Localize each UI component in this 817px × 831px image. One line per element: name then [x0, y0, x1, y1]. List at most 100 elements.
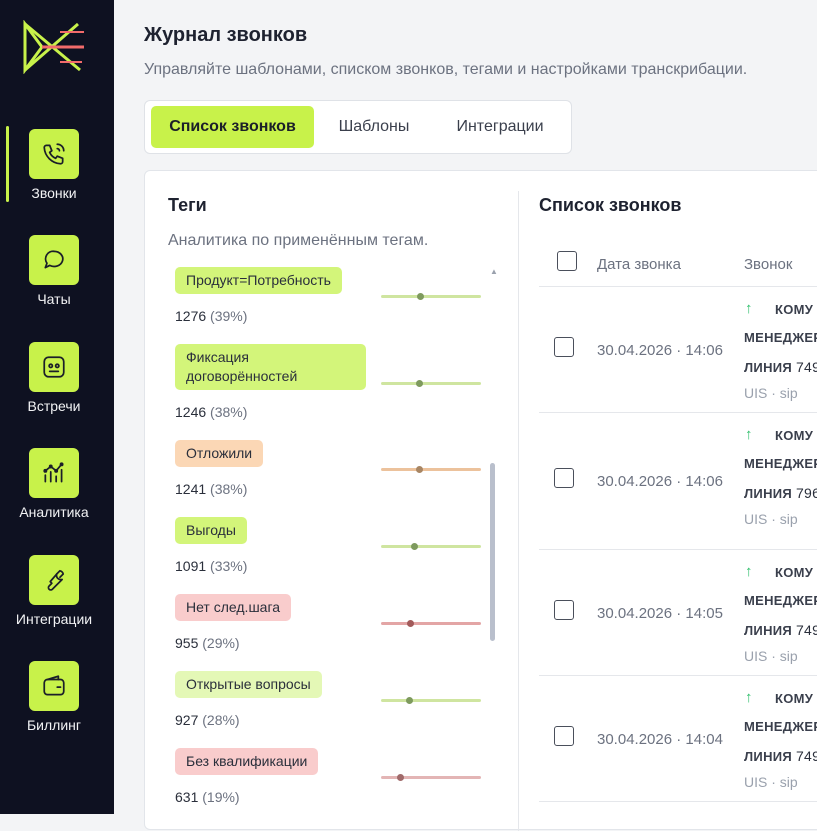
sidebar-item-label: Интеграции: [15, 611, 93, 627]
call-line: ЛИНИЯ 796: [744, 485, 817, 501]
call-date: 30.04.2026 · 14:04: [597, 731, 723, 748]
calls-title: Список звонков: [539, 195, 682, 215]
tag-count: 1241 (38%): [175, 481, 247, 497]
tag-count: 1246 (38%): [175, 404, 247, 420]
call-date: 30.04.2026 · 14:06: [597, 473, 723, 490]
tag-count-value: 955: [175, 635, 199, 651]
tag-count-pct: (38%): [210, 481, 248, 497]
select-all-checkbox[interactable]: [557, 251, 577, 271]
tag-count-value: 1241: [175, 481, 207, 497]
row-checkbox[interactable]: [554, 468, 574, 488]
tag-chip[interactable]: Фиксация договорённостей: [175, 344, 366, 390]
table-row[interactable]: 30.04.2026 · 14:05 ↑ КОМУ МЕНЕДЖЕР ЛИНИЯ…: [539, 550, 817, 676]
tag-count: 955 (29%): [175, 635, 240, 651]
tag-share-marker: [416, 466, 423, 473]
tag-chip[interactable]: Открытые вопросы: [175, 671, 322, 698]
page-subtitle: Управляйте шаблонами, списком звонков, т…: [144, 61, 748, 78]
line-number: 749: [795, 622, 817, 638]
row-checkbox[interactable]: [554, 337, 574, 357]
tag-share-marker: [407, 620, 414, 627]
tag-count-value: 1276: [175, 308, 207, 324]
tag-count: 1091 (33%): [175, 558, 247, 574]
tags-scrollbar[interactable]: [490, 463, 495, 641]
chat-bubble-icon: [29, 235, 79, 285]
face-icon: [29, 342, 79, 392]
tag-count-pct: (38%): [210, 404, 248, 420]
tag-share-bar: [381, 697, 481, 704]
tab-calls-list[interactable]: Список звонков: [151, 106, 314, 148]
call-direction: КОМУ: [775, 302, 814, 317]
tab-bar: Список звонков Шаблоны Интеграции: [144, 100, 572, 154]
sidebar-item-meetings[interactable]: Встречи: [0, 342, 114, 442]
tag-count-value: 927: [175, 712, 199, 728]
tag-share-bar: [381, 774, 481, 781]
panel-divider: [518, 191, 519, 831]
table-row[interactable]: 30.04.2026 · 14:04 ↑ КОМУ МЕНЕДЖЕР ЛИНИЯ…: [539, 676, 817, 802]
sidebar-item-analytics[interactable]: Аналитика: [0, 448, 114, 548]
call-date: 30.04.2026 · 14:06: [597, 342, 723, 359]
outgoing-arrow-icon: ↑: [745, 426, 753, 443]
phone-icon: [29, 129, 79, 179]
call-line: ЛИНИЯ 749: [744, 359, 817, 375]
analytics-icon: [29, 448, 79, 498]
tag-chip[interactable]: Нет след.шага: [175, 594, 292, 621]
tag-count: 1276 (39%): [175, 308, 247, 324]
line-number: 749: [795, 359, 817, 375]
sidebar-item-chats[interactable]: Чаты: [0, 235, 114, 335]
tags-subtitle: Аналитика по применённым тегам.: [168, 232, 429, 249]
tag-count-value: 631: [175, 789, 199, 805]
call-date: 30.04.2026 · 14:05: [597, 605, 723, 622]
tag-share-marker: [416, 380, 423, 387]
tags-title: Теги: [168, 195, 207, 215]
line-number: 796: [795, 485, 817, 501]
tab-integrations[interactable]: Интеграции: [437, 106, 563, 148]
call-manager: МЕНЕДЖЕР: [744, 593, 817, 608]
tag-share-bar: [381, 380, 481, 387]
tag-share-bar: [381, 543, 481, 550]
column-header-date[interactable]: Дата звонка: [597, 256, 681, 273]
sidebar-item-calls[interactable]: Звонки: [0, 129, 114, 229]
row-checkbox[interactable]: [554, 726, 574, 746]
wrench-icon: [29, 555, 79, 605]
tag-share-bar: [381, 466, 481, 473]
content-card: Теги Аналитика по применённым тегам. ▲ П…: [144, 170, 817, 831]
tag-chip[interactable]: Без квалификации: [175, 748, 319, 775]
tag-chip[interactable]: Продукт=Потребность: [175, 267, 342, 294]
line-number: 749: [795, 748, 817, 764]
table-row[interactable]: 30.04.2026 · 14:06 ↑ КОМУ МЕНЕДЖЕР ЛИНИЯ…: [539, 287, 817, 413]
tag-count-value: 1246: [175, 404, 207, 420]
column-header-call[interactable]: Звонок: [744, 256, 792, 273]
call-manager: МЕНЕДЖЕР: [744, 719, 817, 734]
sidebar-item-label: Звонки: [31, 185, 77, 201]
row-checkbox[interactable]: [554, 600, 574, 620]
main-content: Журнал звонков Управляйте шаблонами, спи…: [114, 0, 817, 831]
call-manager: МЕНЕДЖЕР: [744, 330, 817, 345]
tag-count: 927 (28%): [175, 712, 240, 728]
tag-count-pct: (39%): [210, 308, 248, 324]
call-direction: КОМУ: [775, 428, 814, 443]
tag-share-marker: [417, 293, 424, 300]
sidebar-item-label: Встречи: [27, 398, 81, 414]
scroll-up-icon[interactable]: ▲: [490, 267, 498, 276]
sidebar-item-label: Чаты: [37, 291, 71, 307]
tag-count-pct: (28%): [202, 712, 240, 728]
sidebar-item-label: Биллинг: [26, 717, 81, 733]
call-manager: МЕНЕДЖЕР: [744, 456, 817, 471]
sidebar-item-integrations[interactable]: Интеграции: [0, 555, 114, 655]
call-source: UIS · sip: [744, 648, 798, 664]
line-label: ЛИНИЯ: [744, 749, 793, 764]
call-direction: КОМУ: [775, 565, 814, 580]
tag-count-value: 1091: [175, 558, 207, 574]
call-direction: КОМУ: [775, 691, 814, 706]
tag-share-marker: [406, 697, 413, 704]
tag-chip[interactable]: Выгоды: [175, 517, 247, 544]
tag-count-pct: (33%): [210, 558, 248, 574]
sidebar-item-billing[interactable]: Биллинг: [0, 661, 114, 761]
table-row[interactable]: 30.04.2026 · 14:06 ↑ КОМУ МЕНЕДЖЕР ЛИНИЯ…: [539, 413, 817, 550]
sidebar-item-label: Аналитика: [19, 504, 89, 520]
call-line: ЛИНИЯ 749: [744, 622, 817, 638]
tab-templates[interactable]: Шаблоны: [321, 106, 427, 148]
page-title: Журнал звонков: [144, 24, 308, 46]
app-logo-icon: [23, 20, 84, 74]
tag-chip[interactable]: Отложили: [175, 440, 264, 467]
